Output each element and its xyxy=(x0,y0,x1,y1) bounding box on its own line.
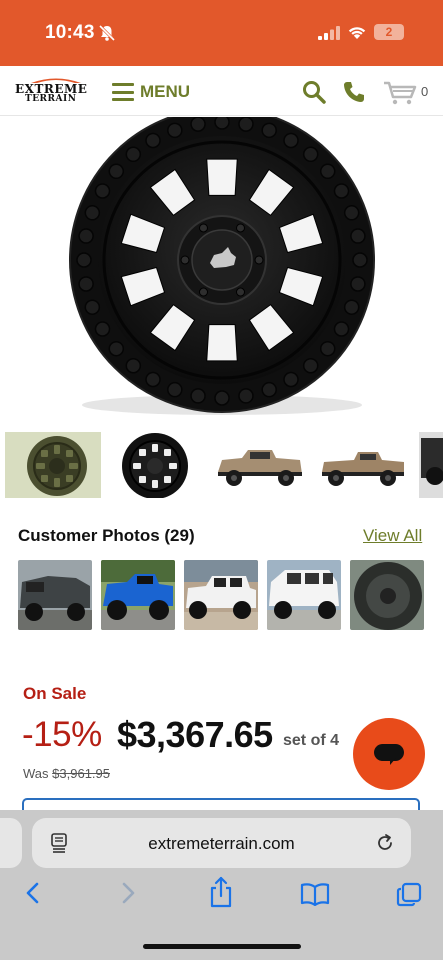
logo-text-bottom: TERRAIN xyxy=(25,94,77,104)
menu-button[interactable]: MENU xyxy=(112,80,190,104)
black-wheel-thumbnail[interactable] xyxy=(108,432,204,498)
chat-button[interactable] xyxy=(353,718,425,790)
black-wheel-image xyxy=(69,117,375,415)
was-label: Was xyxy=(23,766,49,781)
phone-icon[interactable] xyxy=(342,80,366,104)
customer-photos-title: Customer Photos (29) xyxy=(18,526,195,545)
battery-indicator: 2 xyxy=(374,24,404,40)
hamburger-icon xyxy=(112,83,134,101)
cart-icon[interactable] xyxy=(383,80,417,106)
jeep-side-thumbnail[interactable] xyxy=(212,432,308,498)
view-all-link[interactable]: View All xyxy=(363,526,422,546)
was-price: $3,961.95 xyxy=(52,766,110,781)
home-indicator[interactable] xyxy=(143,944,301,949)
status-bar: 10:43 2 xyxy=(0,0,443,66)
white-jeep-parked-photo[interactable] xyxy=(267,560,341,630)
menu-label: MENU xyxy=(140,82,191,101)
blue-jeep-photo[interactable] xyxy=(101,560,175,630)
address-bar[interactable]: extremeterrain.com xyxy=(32,818,411,868)
white-jeep-driveway-photo[interactable] xyxy=(184,560,258,630)
product-hero-image[interactable] xyxy=(0,117,443,427)
product-thumbnail-strip xyxy=(0,432,443,500)
back-icon[interactable] xyxy=(24,880,42,906)
url-text: extremeterrain.com xyxy=(148,834,295,853)
tire-closeup-photo[interactable] xyxy=(350,560,424,630)
on-sale-label: On Sale xyxy=(23,684,87,703)
discount-percent: -15% xyxy=(22,715,102,754)
cellular-signal-icon xyxy=(318,26,340,40)
jeep-profile-thumbnail[interactable] xyxy=(316,432,412,498)
was-price-row: Was $3,961.95 xyxy=(23,766,110,781)
forward-icon[interactable] xyxy=(119,880,137,906)
price-unit: set of 4 xyxy=(283,732,340,749)
status-time: 10:43 xyxy=(45,22,95,43)
browser-bottom-bar: extremeterrain.com xyxy=(0,810,443,960)
share-icon[interactable] xyxy=(208,876,234,908)
reload-icon[interactable] xyxy=(375,833,395,853)
bookmarks-icon[interactable] xyxy=(300,882,330,906)
extreme-terrain-logo[interactable]: EXTREME TERRAIN xyxy=(13,76,101,106)
wifi-icon xyxy=(348,27,366,39)
bell-slash-icon xyxy=(98,24,116,42)
sale-price: $3,367.65 xyxy=(117,714,273,755)
green-wheel-thumbnail[interactable] xyxy=(5,432,101,498)
grey-truck-photo[interactable] xyxy=(18,560,92,630)
cart-count: 0 xyxy=(421,84,429,99)
chat-bubble-icon xyxy=(374,744,404,761)
jeep-partial-thumbnail[interactable] xyxy=(419,432,443,498)
site-header: EXTREME TERRAIN MENU xyxy=(0,66,443,116)
search-icon[interactable] xyxy=(302,80,326,104)
previous-tab-peek[interactable] xyxy=(0,818,22,868)
tabs-icon[interactable] xyxy=(396,882,422,908)
